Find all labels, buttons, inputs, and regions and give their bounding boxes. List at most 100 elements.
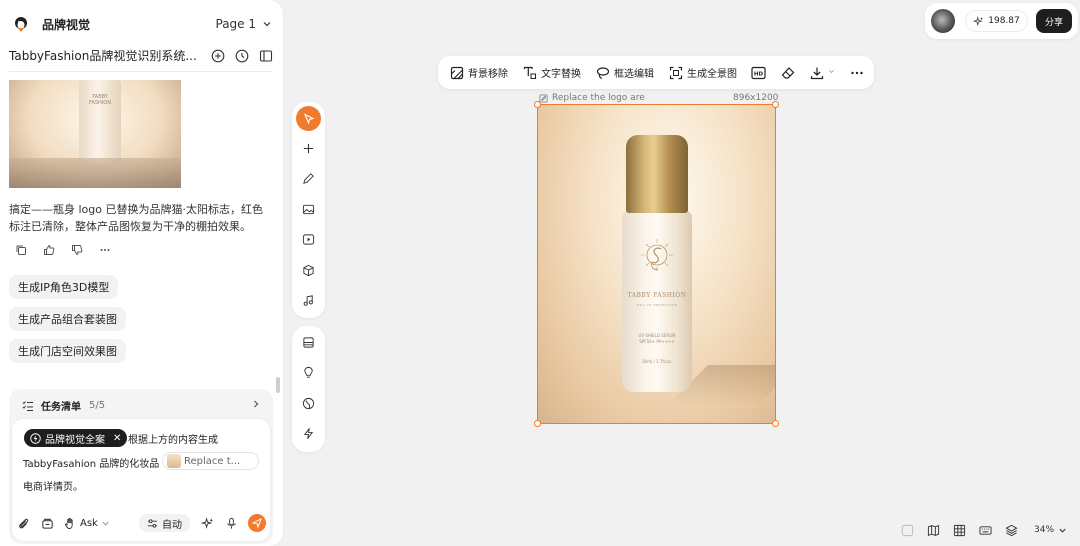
resize-handle-bottom-left[interactable] — [534, 420, 541, 427]
canvas-view-controls: 34% — [900, 521, 1072, 539]
bottle-volume-text: 30ml / 1.7fl.oz. — [642, 359, 672, 364]
send-icon — [252, 518, 262, 528]
credits-value: 198.87 — [988, 16, 1020, 26]
reference-thumbnail — [167, 454, 181, 468]
video-tool[interactable] — [296, 227, 321, 252]
brand-tool[interactable] — [296, 391, 321, 416]
add-tool[interactable] — [296, 136, 321, 161]
thumbs-down-icon[interactable] — [70, 243, 84, 257]
composer-text-line2: TabbyFasahion 品牌的化妆品 — [23, 459, 160, 470]
globe-icon — [302, 397, 315, 410]
zoom-level: 34% — [1034, 525, 1055, 535]
bottle-sub-text: WILL OF PERFECTION — [636, 303, 678, 307]
avatar[interactable] — [931, 9, 955, 33]
bottle-product-line2: SPF50+ PA++++ — [639, 339, 675, 344]
scrollbar[interactable] — [276, 377, 280, 393]
panorama-button[interactable]: 生成全景图 — [668, 65, 737, 80]
layers-icon[interactable] — [1004, 523, 1018, 537]
chat-panel: 品牌视觉 Page 1 TabbyFashion品牌视觉识别系统... TABB… — [0, 0, 283, 546]
brand-logo-icon[interactable] — [10, 13, 32, 35]
message-composer[interactable]: 品牌视觉全案 ✕ 根据上方的内容生成 TabbyFasahion 品牌的化妆品 … — [11, 418, 271, 542]
layout-icon — [303, 337, 314, 348]
background-remove-button[interactable]: 背景移除 — [449, 65, 508, 80]
composer-text-line1: 根据上方的内容生成 — [128, 435, 218, 446]
grid-icon[interactable] — [952, 523, 966, 537]
suggestion-chip[interactable]: 生成IP角色3D模型 — [9, 275, 119, 299]
svg-text:HD: HD — [754, 71, 764, 77]
attach-icon[interactable] — [16, 516, 30, 530]
resize-handle-bottom-right[interactable] — [772, 420, 779, 427]
generated-image-thumbnail[interactable]: TABBY FASHION — [9, 80, 181, 188]
task-list-header[interactable]: 任务清单 5/5 — [21, 398, 261, 413]
select-tool[interactable] — [296, 106, 321, 131]
task-list-panel: 任务清单 5/5 品牌视觉全案 ✕ 根据上方的内容生成 TabbyFasahio… — [9, 389, 273, 544]
project-title[interactable]: TabbyFashion品牌视觉识别系统... — [9, 47, 197, 64]
audio-tool[interactable] — [296, 288, 321, 313]
video-icon — [302, 234, 315, 245]
new-chat-icon[interactable] — [211, 49, 225, 63]
hand-icon — [64, 517, 73, 529]
resize-handle-top-left[interactable] — [534, 101, 541, 108]
project-header: TabbyFashion品牌视觉识别系统... — [9, 44, 273, 72]
more-icon — [849, 65, 864, 80]
bottle-brand-text: TABBY FASHION — [627, 292, 687, 299]
mode-selector[interactable]: Ask — [64, 517, 110, 530]
selected-product-image[interactable]: TABBY FASHION WILL OF PERFECTION UV SHIE… — [537, 104, 776, 424]
download-button[interactable] — [809, 65, 835, 80]
panorama-label: 生成全景图 — [687, 69, 737, 80]
text-replace-button[interactable]: 文字替换 — [522, 65, 581, 80]
more-icon[interactable] — [98, 243, 112, 257]
bottle-product-text: UV SHIELD SERUM SPF50+ PA++++ — [622, 333, 692, 345]
box-edit-label: 框选编辑 — [614, 69, 654, 80]
background-remove-label: 背景移除 — [468, 69, 508, 80]
lightning-icon — [303, 428, 314, 439]
assistant-message: 搞定——瓶身 logo 已替换为品牌猫·太阳标志，红色标注已清除，整体产品图恢复… — [9, 203, 263, 233]
share-button[interactable]: 分享 — [1036, 9, 1072, 33]
suggestion-chip[interactable]: 生成产品组合套装图 — [9, 307, 126, 331]
skill-tag-label: 品牌视觉全案 — [45, 434, 105, 446]
send-button[interactable] — [248, 514, 266, 532]
map-icon[interactable] — [926, 523, 940, 537]
hd-button[interactable]: HD — [751, 65, 766, 80]
thumbs-up-icon[interactable] — [42, 243, 56, 257]
image-toolbar: 背景移除 文字替换 框选编辑 生成全景图 HD — [438, 56, 874, 89]
credits-badge[interactable]: 198.87 — [965, 10, 1028, 32]
hd-icon: HD — [751, 65, 766, 80]
3d-tool[interactable] — [296, 258, 321, 283]
image-reference-chip[interactable]: Replace t... — [162, 452, 259, 470]
more-options-button[interactable] — [849, 65, 864, 80]
image-icon — [302, 204, 315, 215]
mode-label: Ask — [80, 517, 98, 529]
page-selector[interactable]: Page 1 — [216, 17, 273, 31]
layout-tool[interactable] — [296, 330, 321, 355]
panorama-icon — [668, 65, 683, 80]
zoom-selector[interactable]: 34% — [1034, 525, 1067, 535]
copy-icon[interactable] — [14, 243, 28, 257]
close-icon[interactable]: ✕ — [113, 433, 121, 444]
resize-handle-top-right[interactable] — [772, 101, 779, 108]
history-icon[interactable] — [235, 49, 249, 63]
checkbox-icon[interactable] — [900, 523, 914, 537]
task-list-count: 5/5 — [89, 400, 106, 411]
skill-tag[interactable]: 品牌视觉全案 ✕ — [24, 429, 128, 447]
box-edit-button[interactable]: 框选编辑 — [595, 65, 654, 80]
keyboard-icon[interactable] — [978, 523, 992, 537]
brand-name: 品牌视觉 — [42, 17, 91, 32]
quick-action-tool[interactable] — [296, 421, 321, 446]
idea-tool[interactable] — [296, 360, 321, 385]
auto-mode-button[interactable]: 自动 — [139, 514, 190, 532]
microphone-icon[interactable] — [224, 516, 238, 530]
pencil-icon — [303, 173, 314, 184]
lightbulb-icon — [304, 366, 313, 378]
sidebar-toggle-icon[interactable] — [259, 49, 273, 63]
image-caption-text: Replace the logo are — [552, 93, 645, 103]
eraser-button[interactable] — [780, 65, 795, 80]
cat-sun-logo-icon — [641, 239, 673, 271]
template-icon[interactable] — [40, 516, 54, 530]
suggestion-chip[interactable]: 生成门店空间效果图 — [9, 339, 126, 363]
chevron-right-icon[interactable] — [251, 399, 261, 412]
sparkle-icon[interactable] — [200, 516, 214, 530]
pen-tool[interactable] — [296, 166, 321, 191]
brand-header: 品牌视觉 Page 1 — [10, 12, 272, 36]
image-tool[interactable] — [296, 197, 321, 222]
